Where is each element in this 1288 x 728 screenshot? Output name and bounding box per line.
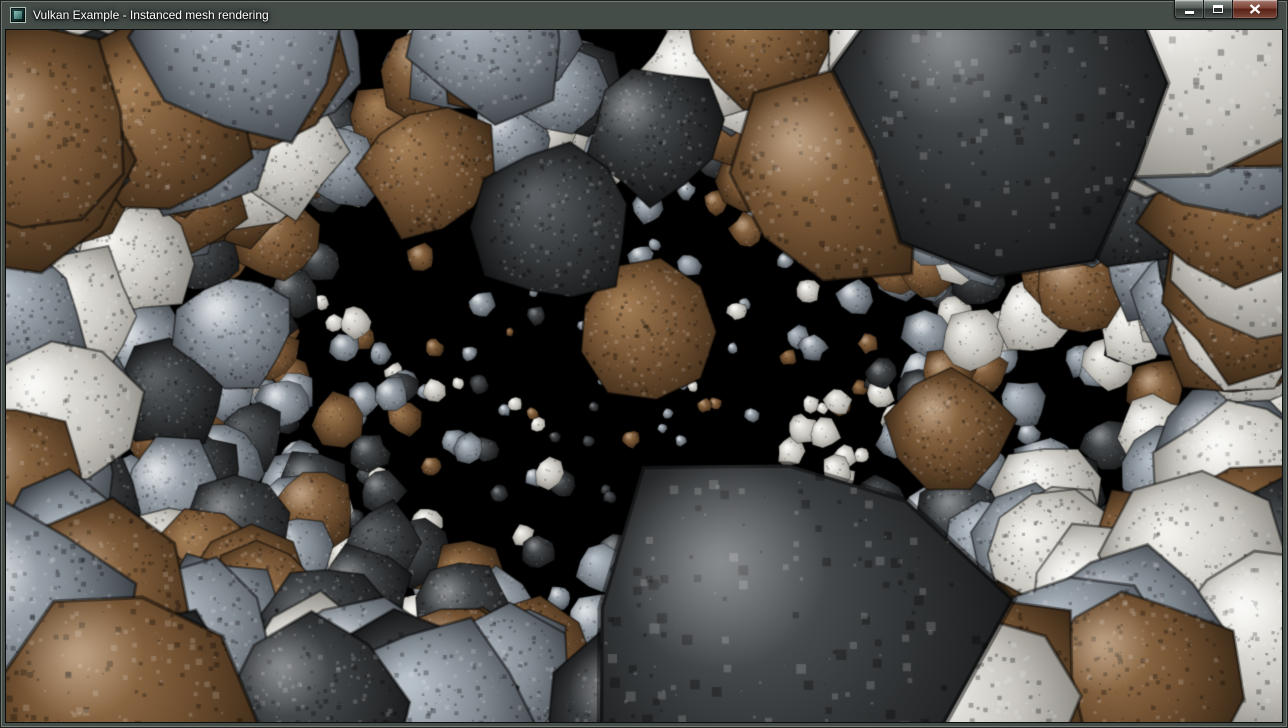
minimize-button[interactable] <box>1174 0 1204 19</box>
maximize-button[interactable] <box>1204 0 1232 19</box>
maximize-icon <box>1213 5 1223 13</box>
titlebar[interactable]: Vulkan Example - Instanced mesh renderin… <box>0 0 1288 30</box>
render-viewport[interactable] <box>6 30 1282 722</box>
application-window: Vulkan Example - Instanced mesh renderin… <box>0 0 1288 728</box>
render-client-area <box>6 30 1282 722</box>
window-title: Vulkan Example - Instanced mesh renderin… <box>33 8 269 22</box>
caption-buttons <box>1174 0 1278 19</box>
minimize-icon <box>1185 11 1194 14</box>
close-button[interactable] <box>1232 0 1278 19</box>
application-icon[interactable] <box>10 7 26 23</box>
close-icon <box>1249 4 1261 14</box>
